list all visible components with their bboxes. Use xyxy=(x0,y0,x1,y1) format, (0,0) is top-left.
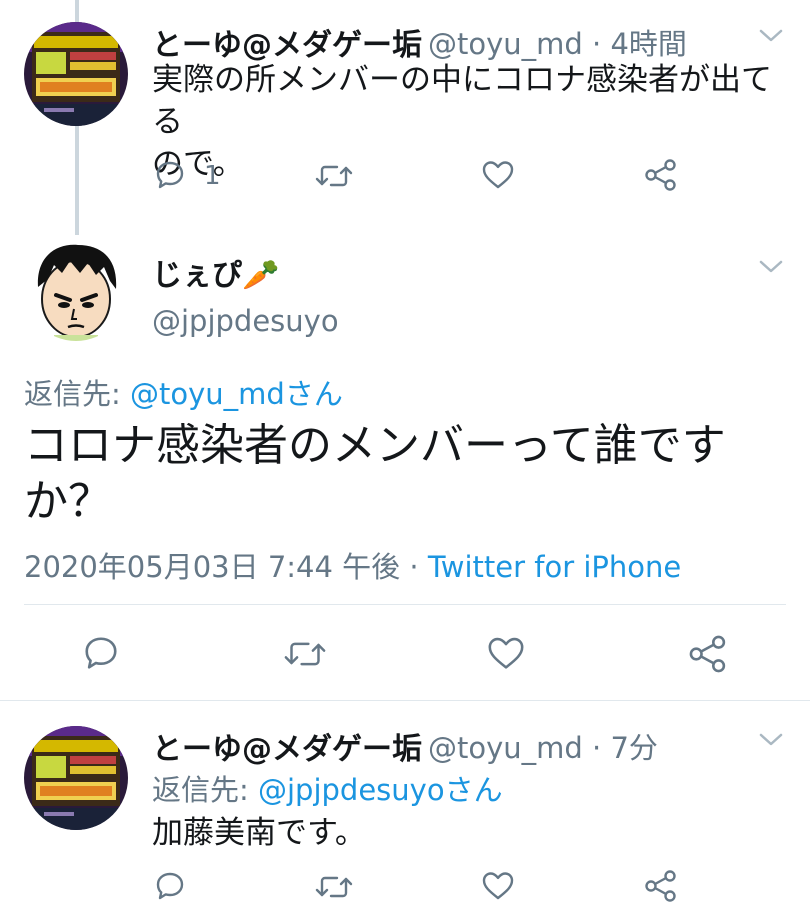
tweet-text-line: 実際の所メンバーの中にコロナ感染者が出てる xyxy=(152,62,772,140)
chevron-down-icon[interactable] xyxy=(756,257,786,277)
separator-dot: · xyxy=(592,731,602,765)
avatar-toyu[interactable] xyxy=(24,22,128,126)
reply-to-mention[interactable]: @toyu_mdさん xyxy=(130,377,343,411)
share-icon[interactable] xyxy=(644,158,678,192)
reply-to-label: 返信先: xyxy=(152,773,258,807)
tweet-text: 加藤美南です。 xyxy=(152,815,366,851)
author-name[interactable]: とーゆ@メダゲー垢 xyxy=(152,724,422,768)
author-name[interactable]: じぇぴ🥕 xyxy=(152,250,279,294)
tweet-time[interactable]: 7分 xyxy=(610,731,657,765)
reply-to-label: 返信先: xyxy=(24,377,130,411)
reply-count: 1 xyxy=(204,161,221,191)
author-handle[interactable]: @jpjpdesuyo xyxy=(152,304,339,338)
chevron-down-icon[interactable] xyxy=(756,730,786,750)
share-icon[interactable] xyxy=(688,634,728,674)
share-icon[interactable] xyxy=(644,869,678,903)
tweet-time[interactable]: 4時間 xyxy=(610,27,686,61)
reply-icon[interactable] xyxy=(154,159,186,191)
reply-to-line: 返信先: @toyu_mdさん xyxy=(24,371,343,413)
arcade-screen-image xyxy=(24,22,128,126)
cartoon-face-image xyxy=(24,237,128,341)
tweet-meta: 2020年05月03日 7:44 午後 · Twitter for iPhone xyxy=(24,544,681,586)
author-name[interactable]: とーゆ@メダゲー垢 xyxy=(152,20,422,64)
reply-icon[interactable] xyxy=(154,870,186,902)
reply-icon[interactable] xyxy=(82,634,120,672)
tweet-text-line: か？ xyxy=(24,476,112,527)
chevron-down-icon[interactable] xyxy=(756,26,786,46)
tweet-datetime[interactable]: 2020年05月03日 7:44 午後 xyxy=(24,550,400,584)
reply-to-line: 返信先: @jpjpdesuyoさん xyxy=(152,767,503,809)
divider xyxy=(0,700,810,701)
retweet-icon[interactable] xyxy=(314,160,354,192)
author-handle-time: @toyu_md · 7分 xyxy=(428,725,658,767)
author-handle[interactable]: @toyu_md xyxy=(428,27,583,61)
tweet-text-line: ので。 xyxy=(152,146,244,182)
carrot-emoji: 🥕 xyxy=(242,258,280,293)
arcade-screen-image xyxy=(24,726,128,830)
author-handle[interactable]: @toyu_md xyxy=(428,731,583,765)
tweet-text-line: コロナ感染者のメンバーって誰です xyxy=(24,420,726,471)
separator-dot: · xyxy=(592,27,602,61)
tweet-source[interactable]: Twitter for iPhone xyxy=(428,550,681,584)
separator-dot: · xyxy=(400,550,428,584)
reply-to-mention[interactable]: @jpjpdesuyoさん xyxy=(258,773,503,807)
avatar-jepi[interactable] xyxy=(24,237,128,341)
avatar-toyu[interactable] xyxy=(24,726,128,830)
divider xyxy=(24,604,786,605)
like-icon[interactable] xyxy=(481,159,515,191)
tweet-text-main: コロナ感染者のメンバーって誰です か？ xyxy=(24,418,794,530)
tweet-text: 実際の所メンバーの中にコロナ感染者が出てる ので。 xyxy=(152,59,792,185)
like-icon[interactable] xyxy=(486,635,526,672)
like-icon[interactable] xyxy=(481,870,515,902)
retweet-icon[interactable] xyxy=(314,871,354,903)
author-name-text: じぇぴ xyxy=(152,258,242,293)
retweet-icon[interactable] xyxy=(282,636,328,672)
author-handle-time: @toyu_md · 4時間 xyxy=(428,21,687,63)
